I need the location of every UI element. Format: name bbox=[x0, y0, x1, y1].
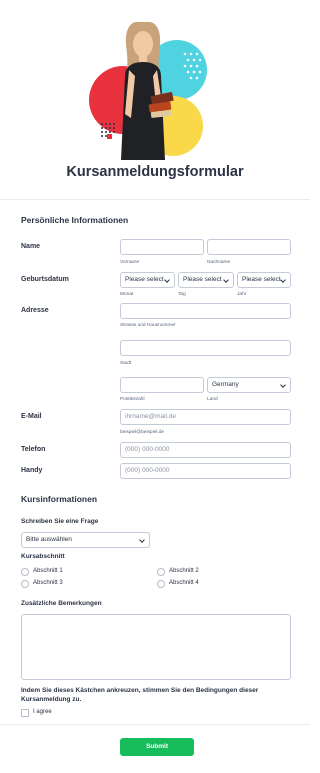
phone-input[interactable]: (000) 000-0000 bbox=[120, 442, 291, 458]
country-sublabel: Land bbox=[207, 397, 218, 402]
radio-section-4-label: Abschnitt 4 bbox=[169, 580, 199, 586]
agree-label: I agree bbox=[33, 709, 52, 715]
remarks-textarea[interactable] bbox=[21, 614, 291, 680]
form-title: Kursanmeldungsformular bbox=[66, 164, 244, 180]
radio-section-1-label: Abschnitt 1 bbox=[33, 568, 63, 574]
section-title-course: Kursinformationen bbox=[21, 494, 98, 504]
email-label: E-Mail bbox=[21, 413, 42, 420]
mobile-input[interactable]: (000) 000-0000 bbox=[120, 463, 291, 479]
birth-month-select[interactable]: Please select bbox=[120, 272, 175, 288]
header-divider bbox=[0, 199, 310, 200]
street-sublabel: Strasse und Hausnummer bbox=[120, 323, 176, 328]
birth-day-select[interactable]: Please select bbox=[178, 272, 234, 288]
birth-day-value: Please select bbox=[183, 276, 222, 283]
phone-placeholder: (000) 000-0000 bbox=[125, 446, 170, 453]
last-name-sublabel: Nachname bbox=[207, 260, 231, 265]
mobile-label: Handy bbox=[21, 467, 43, 474]
terms-text: Indem Sie dieses Kästchen ankreuzen, sti… bbox=[21, 687, 259, 703]
year-sublabel: Jahr bbox=[237, 292, 247, 297]
email-sublabel: beispiel@beispiel.de bbox=[120, 430, 165, 435]
first-name-sublabel: Vorname bbox=[120, 260, 140, 265]
hero-illustration bbox=[89, 22, 207, 160]
agree-checkbox[interactable] bbox=[21, 709, 29, 717]
city-sublabel: Stadt bbox=[120, 361, 132, 366]
zip-input[interactable] bbox=[120, 377, 204, 393]
month-sublabel: Monat bbox=[120, 292, 134, 297]
question-dropdown-value: Bitte auswählen bbox=[26, 536, 72, 543]
last-name-input[interactable] bbox=[207, 239, 291, 255]
birth-month-value: Please select bbox=[125, 276, 164, 283]
city-input[interactable] bbox=[120, 340, 291, 356]
question-dropdown[interactable]: Bitte auswählen bbox=[21, 532, 150, 548]
submit-button[interactable]: Submit bbox=[120, 738, 194, 756]
radio-section-1[interactable] bbox=[21, 568, 29, 576]
country-value: Germany bbox=[212, 381, 239, 388]
radio-section-4[interactable] bbox=[157, 580, 165, 588]
question-label: Schreiben Sie eine Frage bbox=[21, 518, 99, 525]
zip-sublabel: Postleitzahl bbox=[120, 397, 145, 402]
section-title-personal: Persönliche Informationen bbox=[21, 215, 129, 225]
day-sublabel: Tag bbox=[178, 292, 186, 297]
country-select[interactable]: Germany bbox=[207, 377, 291, 393]
email-input[interactable]: ihrname@mail.de bbox=[120, 409, 291, 425]
first-name-input[interactable] bbox=[120, 239, 204, 255]
birth-year-select[interactable]: Please select bbox=[237, 272, 291, 288]
footer-divider bbox=[0, 724, 310, 725]
remarks-label: Zusätzliche Bemerkungen bbox=[21, 600, 102, 607]
birth-year-value: Please select bbox=[242, 276, 281, 283]
street-input[interactable] bbox=[120, 303, 291, 319]
phone-label: Telefon bbox=[21, 446, 46, 453]
radio-section-3[interactable] bbox=[21, 580, 29, 588]
mobile-placeholder: (000) 000-0000 bbox=[125, 467, 170, 474]
radio-section-2[interactable] bbox=[157, 568, 165, 576]
birthdate-label: Geburtsdatum bbox=[21, 276, 69, 283]
address-label: Adresse bbox=[21, 307, 49, 314]
radio-section-2-label: Abschnitt 2 bbox=[169, 568, 199, 574]
course-section-label: Kursabschnitt bbox=[21, 553, 65, 560]
name-label: Name bbox=[21, 243, 41, 250]
radio-section-3-label: Abschnitt 3 bbox=[33, 580, 63, 586]
email-placeholder: ihrname@mail.de bbox=[125, 413, 177, 420]
